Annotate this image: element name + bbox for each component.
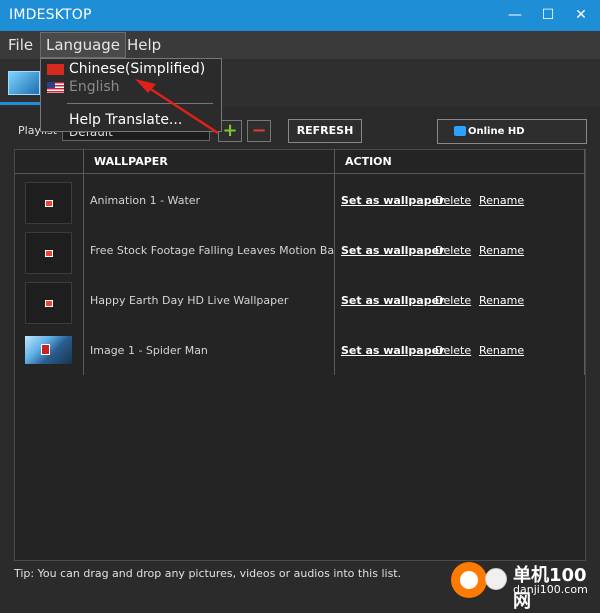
watermark: 单机100网 danji100.com (451, 560, 600, 612)
watermark-logo-icon (451, 562, 487, 598)
watermark-ball-icon (485, 568, 507, 590)
annotation-arrow (135, 79, 219, 135)
annotation-arrow-line (142, 82, 219, 135)
watermark-url: danji100.com (513, 583, 588, 596)
